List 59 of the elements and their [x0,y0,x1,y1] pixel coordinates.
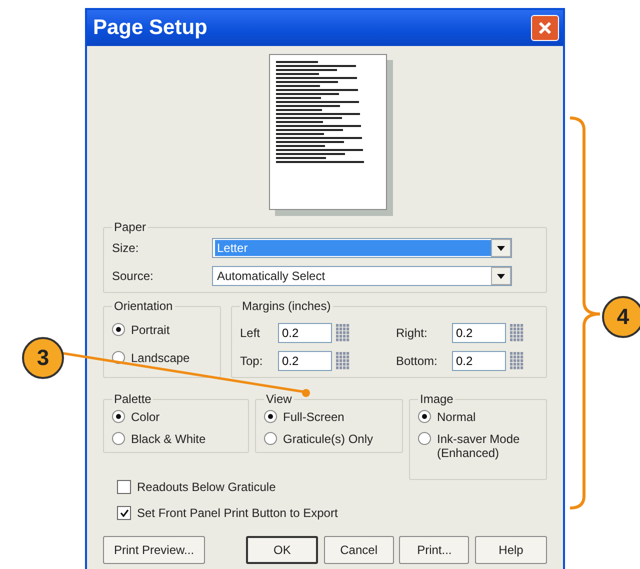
margin-input[interactable]: 0.2 [452,351,506,371]
checkbox[interactable] [117,480,131,494]
grid-icon[interactable] [336,324,350,342]
checkbox-option[interactable]: Readouts Below Graticule [117,480,547,494]
grid-icon[interactable] [336,352,350,370]
callout-badge: 3 [22,337,64,379]
dropdown-value: Automatically Select [216,268,326,284]
margin-input[interactable]: 0.2 [278,323,332,343]
close-icon [538,21,552,35]
group-label: Palette [113,392,152,406]
dialog-button[interactable]: Print... [399,536,470,564]
caret-icon [497,246,505,250]
caret-icon [497,274,505,278]
radio-label: Normal [437,410,476,424]
radio-button[interactable] [264,410,277,423]
dropdown-arrow-button[interactable] [491,267,511,285]
group-label: Orientation [113,299,174,313]
margin-input[interactable]: 0.2 [278,351,332,371]
dropdown[interactable]: Automatically Select [212,266,512,286]
checkbox[interactable] [117,506,131,520]
group-label: View [265,392,293,406]
field-label: Source: [112,269,154,283]
dialog-button[interactable]: Cancel [324,536,394,564]
margin-input[interactable]: 0.2 [452,323,506,343]
checkbox-option[interactable]: Set Front Panel Print Button to Export [117,506,547,520]
radio-button[interactable] [264,432,277,445]
close-button[interactable] [531,15,559,41]
radio-label: Landscape [131,351,190,365]
field-label: Left [240,326,262,340]
radio-label: Color [131,410,160,424]
checkbox-label: Readouts Below Graticule [137,480,276,494]
radio-label: Graticule(s) Only [283,432,374,446]
dialog-button[interactable]: Print Preview... [103,536,206,564]
radio-button[interactable] [418,410,431,423]
dropdown-arrow-button[interactable] [491,239,511,257]
field-label: Size: [112,241,140,255]
radio-label: Full-Screen [283,410,344,424]
radio-label: Black & White [131,432,206,446]
checkbox-label: Set Front Panel Print Button to Export [137,506,338,520]
radio-button[interactable] [112,323,125,336]
group-label: Image [419,392,454,406]
checkmark-icon [120,509,128,517]
field-label: Bottom: [396,354,438,368]
group-label: Paper [113,220,148,234]
dialog-button[interactable]: OK [246,536,318,564]
dialog-button[interactable]: Help [475,536,547,564]
group-label: Margins (inches) [241,299,332,313]
field-label: Right: [396,326,428,340]
field-label: Top: [240,354,264,368]
radio-button[interactable] [112,410,125,423]
radio-button[interactable] [418,432,431,445]
radio-label: Portrait [131,323,170,337]
radio-label: Ink-saver Mode (Enhanced) [437,432,521,460]
window-title: Page Setup [93,16,208,40]
dropdown-value: Letter [215,240,491,256]
callout-badge: 4 [602,296,640,338]
grid-icon[interactable] [510,324,524,342]
radio-button[interactable] [112,432,125,445]
grid-icon[interactable] [510,352,524,370]
